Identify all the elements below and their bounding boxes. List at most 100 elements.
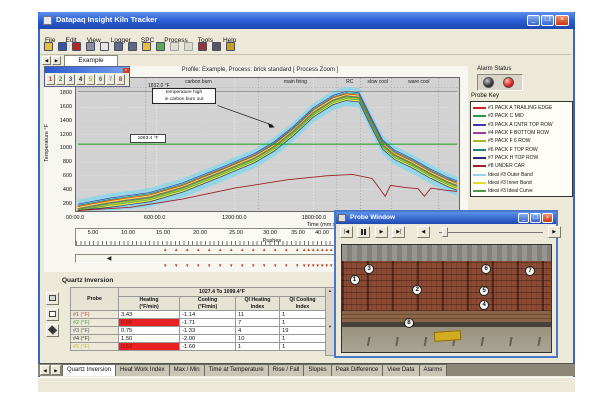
qi-heating-cell: 0.53 bbox=[119, 343, 180, 351]
col-probe[interactable]: Probe bbox=[71, 288, 119, 311]
alarm-status-panel bbox=[477, 74, 523, 91]
skip-start-button[interactable]: |◀ bbox=[340, 226, 353, 238]
open-folder-icon[interactable] bbox=[43, 41, 55, 53]
playback-controls: |◀ ▶ ▶| ◀ ▶ bbox=[336, 224, 556, 241]
col-cooling[interactable]: Cooling(°F/min) bbox=[180, 297, 236, 311]
alarm-led-off bbox=[483, 77, 494, 88]
probe-toggle-4[interactable]: 4 bbox=[76, 74, 85, 85]
screen-send-icon[interactable] bbox=[113, 41, 125, 53]
close-button[interactable]: × bbox=[555, 15, 569, 26]
probe-marker-3: 3 bbox=[364, 264, 374, 274]
tab-alarms[interactable]: Alarms bbox=[419, 364, 448, 376]
position-slider[interactable] bbox=[439, 226, 543, 238]
push-marker: ▲ bbox=[218, 247, 222, 252]
report-icon bbox=[49, 311, 56, 317]
export-page-icon[interactable] bbox=[99, 41, 111, 53]
legend-label: #7 PACK H TOP ROW bbox=[488, 155, 538, 161]
link-icon[interactable] bbox=[183, 41, 195, 53]
pushes-axis-label: Pushes bbox=[250, 238, 294, 244]
tabs-scroll-right-button[interactable]: ▶ bbox=[51, 365, 61, 375]
screen-receive-icon[interactable] bbox=[127, 41, 139, 53]
printer-icon bbox=[49, 295, 56, 301]
col-heating[interactable]: Heating(°F/min) bbox=[119, 297, 180, 311]
tab-rise-fall[interactable]: Rise / Fall bbox=[268, 364, 305, 376]
probe-toggle-titlebar[interactable] bbox=[45, 67, 129, 73]
probe-window-maximize-button[interactable]: ❐ bbox=[530, 213, 541, 223]
probe-marker-5: 5 bbox=[479, 286, 489, 296]
qi-heating-index-cell: 10 bbox=[236, 335, 280, 343]
push-mechanism bbox=[434, 330, 462, 341]
step-back-button[interactable]: ◀ bbox=[417, 226, 430, 238]
qi-probe-cell[interactable]: #4 (°F) bbox=[71, 335, 119, 343]
col-qi-cooling[interactable]: QI CoolingIndex bbox=[280, 297, 326, 311]
probe-toggle-1[interactable]: 1 bbox=[46, 74, 55, 85]
step-forward-button[interactable]: ▶ bbox=[548, 226, 561, 238]
probe-toggle-8[interactable]: 8 bbox=[116, 74, 125, 85]
pushes-tick: 5.00 bbox=[80, 230, 106, 236]
y-tick-label: 1600 bbox=[50, 104, 72, 110]
probe-window-minimize-button[interactable]: _ bbox=[518, 213, 529, 223]
probe-window-title: Probe Window bbox=[350, 214, 395, 221]
tab-time-at-temperature[interactable]: Time at Temperature bbox=[204, 364, 269, 376]
tab-max-min[interactable]: Max / Min bbox=[169, 364, 205, 376]
tabs-scroll-left-button[interactable]: ◀ bbox=[40, 365, 50, 375]
qi-heating-cell: 0.75 bbox=[119, 327, 180, 335]
push-marker: ▲ bbox=[174, 247, 178, 252]
push-marker: ▼ bbox=[251, 263, 255, 268]
save-icon[interactable] bbox=[57, 41, 69, 53]
pushes-tick: 20.00 bbox=[187, 230, 213, 236]
legend-swatch bbox=[473, 157, 486, 159]
probe-toggle-6[interactable]: 6 bbox=[96, 74, 105, 85]
legend-swatch bbox=[473, 107, 486, 109]
tab-heat-work-index[interactable]: Heat Work Index bbox=[115, 364, 170, 376]
minimize-button[interactable]: _ bbox=[527, 15, 540, 26]
chart-scrollbar-thumb-icon[interactable]: ◀ bbox=[104, 255, 114, 263]
skip-end-button[interactable]: ▶| bbox=[392, 226, 405, 238]
qi-probe-cell[interactable]: #1 (°F) bbox=[71, 311, 119, 319]
tab-example[interactable]: Example bbox=[64, 55, 118, 66]
probe-toggle-close-icon[interactable]: × bbox=[123, 68, 129, 73]
logger-icon[interactable] bbox=[71, 41, 83, 53]
tab-slopes[interactable]: Slopes bbox=[303, 364, 331, 376]
legend-item: #7 PACK H TOP ROW bbox=[473, 154, 572, 162]
probe-toggle-5[interactable]: 5 bbox=[86, 74, 95, 85]
play-button[interactable]: ▶ bbox=[375, 226, 388, 238]
qi-cooling-index-cell: 1 bbox=[280, 311, 326, 319]
legend-swatch bbox=[473, 149, 486, 151]
tools-icon[interactable] bbox=[211, 41, 223, 53]
probe-toggle-7[interactable]: 7 bbox=[106, 74, 115, 85]
push-marker: ▲ bbox=[262, 247, 266, 252]
push-marker: ▲ bbox=[163, 247, 167, 252]
graph-icon[interactable] bbox=[155, 41, 167, 53]
probe-toggle-3[interactable]: 3 bbox=[66, 74, 75, 85]
qi-probe-cell[interactable]: #5 (°F) bbox=[71, 343, 119, 351]
setup-button[interactable] bbox=[46, 324, 59, 337]
pause-button[interactable] bbox=[357, 226, 370, 238]
folder-icon[interactable] bbox=[141, 41, 153, 53]
tab-scroll-left-button[interactable]: ◀ bbox=[42, 56, 51, 65]
help-icon[interactable] bbox=[225, 41, 237, 53]
legend-swatch bbox=[473, 165, 486, 167]
slider-thumb[interactable] bbox=[442, 227, 448, 237]
kiln-car-photo: 12345678 bbox=[341, 244, 552, 353]
legend-item: Ideal #3 Outer Band bbox=[473, 170, 572, 178]
qi-heating-index-cell: 4 bbox=[236, 327, 280, 335]
col-qi-heating[interactable]: QI HeatingIndex bbox=[236, 297, 280, 311]
print-icon[interactable] bbox=[85, 41, 97, 53]
probe-window-close-button[interactable]: × bbox=[542, 213, 553, 223]
flag-icon[interactable] bbox=[197, 41, 209, 53]
tab-scroll-right-button[interactable]: ▶ bbox=[52, 56, 61, 65]
tab-quartz-inversion[interactable]: Quartz Inversion bbox=[62, 364, 116, 376]
probe-toggle-2[interactable]: 2 bbox=[56, 74, 65, 85]
qi-cooling-cell: -1.33 bbox=[180, 327, 236, 335]
qi-probe-cell[interactable]: #2 (°F) bbox=[71, 319, 119, 327]
menu-bar: FileEditViewLoggerSPCProcessToolsHelp bbox=[40, 29, 571, 40]
tab-view-data[interactable]: View Data bbox=[382, 364, 419, 376]
tab-peak-difference[interactable]: Peak Difference bbox=[331, 364, 384, 376]
qi-probe-cell[interactable]: #3 (°F) bbox=[71, 327, 119, 335]
kiln-temperature-chart[interactable] bbox=[75, 77, 460, 212]
grid-icon[interactable] bbox=[169, 41, 181, 53]
print-button[interactable] bbox=[46, 292, 59, 305]
report-button[interactable] bbox=[46, 308, 59, 321]
restore-button[interactable]: ❐ bbox=[541, 15, 554, 26]
